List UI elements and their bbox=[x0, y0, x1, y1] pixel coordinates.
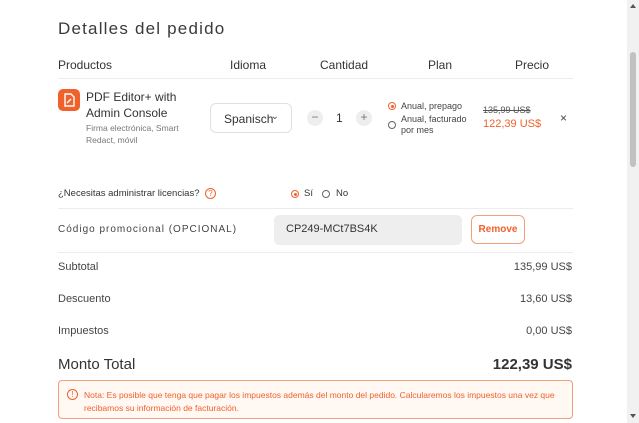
language-select[interactable]: Spanisch ⌄ bbox=[210, 103, 292, 133]
price-original: 135,99 US$ bbox=[483, 105, 531, 115]
help-icon[interactable]: ? bbox=[205, 188, 216, 199]
taxes-value: 0,00 US$ bbox=[526, 325, 572, 337]
quantity-value: 1 bbox=[336, 111, 343, 125]
license-question: ¿Necesitas administrar licencias? bbox=[58, 188, 200, 199]
divider bbox=[58, 252, 573, 253]
header-language: Idioma bbox=[230, 58, 267, 72]
product-features: Firma electrónica, Smart Redact, móvil bbox=[86, 123, 179, 145]
remove-promo-button[interactable]: Remove bbox=[471, 215, 525, 244]
license-label-yes: Sí bbox=[304, 188, 313, 199]
header-products: Productos bbox=[58, 58, 113, 72]
quantity-increase-button[interactable]: + bbox=[356, 110, 372, 126]
total-label: Monto Total bbox=[58, 356, 136, 373]
promo-code-input[interactable]: CP249-MCt7BS4K bbox=[274, 215, 462, 245]
promo-code-label: Código promocional (OPCIONAL) bbox=[58, 224, 238, 235]
total-value: 122,39 US$ bbox=[492, 356, 572, 373]
license-radio-yes[interactable] bbox=[291, 190, 299, 198]
info-icon: ! bbox=[67, 389, 78, 400]
plan-radio-monthly[interactable] bbox=[388, 121, 396, 129]
chevron-down-icon: ⌄ bbox=[270, 111, 279, 122]
divider bbox=[58, 78, 573, 79]
header-plan: Plan bbox=[428, 58, 453, 72]
scroll-up-arrow-icon[interactable] bbox=[630, 4, 636, 8]
subtotal-label: Subtotal bbox=[58, 261, 99, 273]
page-title: Detalles del pedido bbox=[58, 19, 226, 38]
tax-note-text: Nota: Es posible que tenga que pagar los… bbox=[84, 390, 555, 413]
product-name: PDF Editor+ with Admin Console bbox=[86, 90, 177, 120]
header-quantity: Cantidad bbox=[320, 58, 369, 72]
quantity-decrease-button[interactable]: − bbox=[307, 110, 323, 126]
subtotal-value: 135,99 US$ bbox=[513, 261, 572, 273]
license-radio-no[interactable] bbox=[322, 190, 330, 198]
language-value: Spanisch bbox=[224, 112, 274, 126]
plan-label-monthly: Anual, facturado por mes bbox=[401, 114, 467, 135]
scroll-down-arrow-icon[interactable] bbox=[630, 414, 636, 418]
price-current: 122,39 US$ bbox=[483, 118, 542, 130]
scrollbar-thumb[interactable] bbox=[630, 52, 636, 167]
discount-value: 13,60 US$ bbox=[520, 293, 572, 305]
pdf-editor-app-icon bbox=[58, 89, 80, 111]
license-label-no: No bbox=[336, 188, 349, 199]
divider bbox=[58, 208, 573, 209]
header-price: Precio bbox=[515, 58, 550, 72]
plan-label-prepaid: Anual, prepago bbox=[401, 101, 463, 111]
taxes-label: Impuestos bbox=[58, 325, 109, 337]
scrollbar[interactable] bbox=[627, 0, 639, 423]
discount-label: Descuento bbox=[58, 293, 111, 305]
tax-note: ! Nota: Es posible que tenga que pagar l… bbox=[58, 380, 573, 419]
remove-product-icon[interactable]: × bbox=[560, 111, 567, 125]
plan-radio-prepaid[interactable] bbox=[388, 102, 396, 110]
